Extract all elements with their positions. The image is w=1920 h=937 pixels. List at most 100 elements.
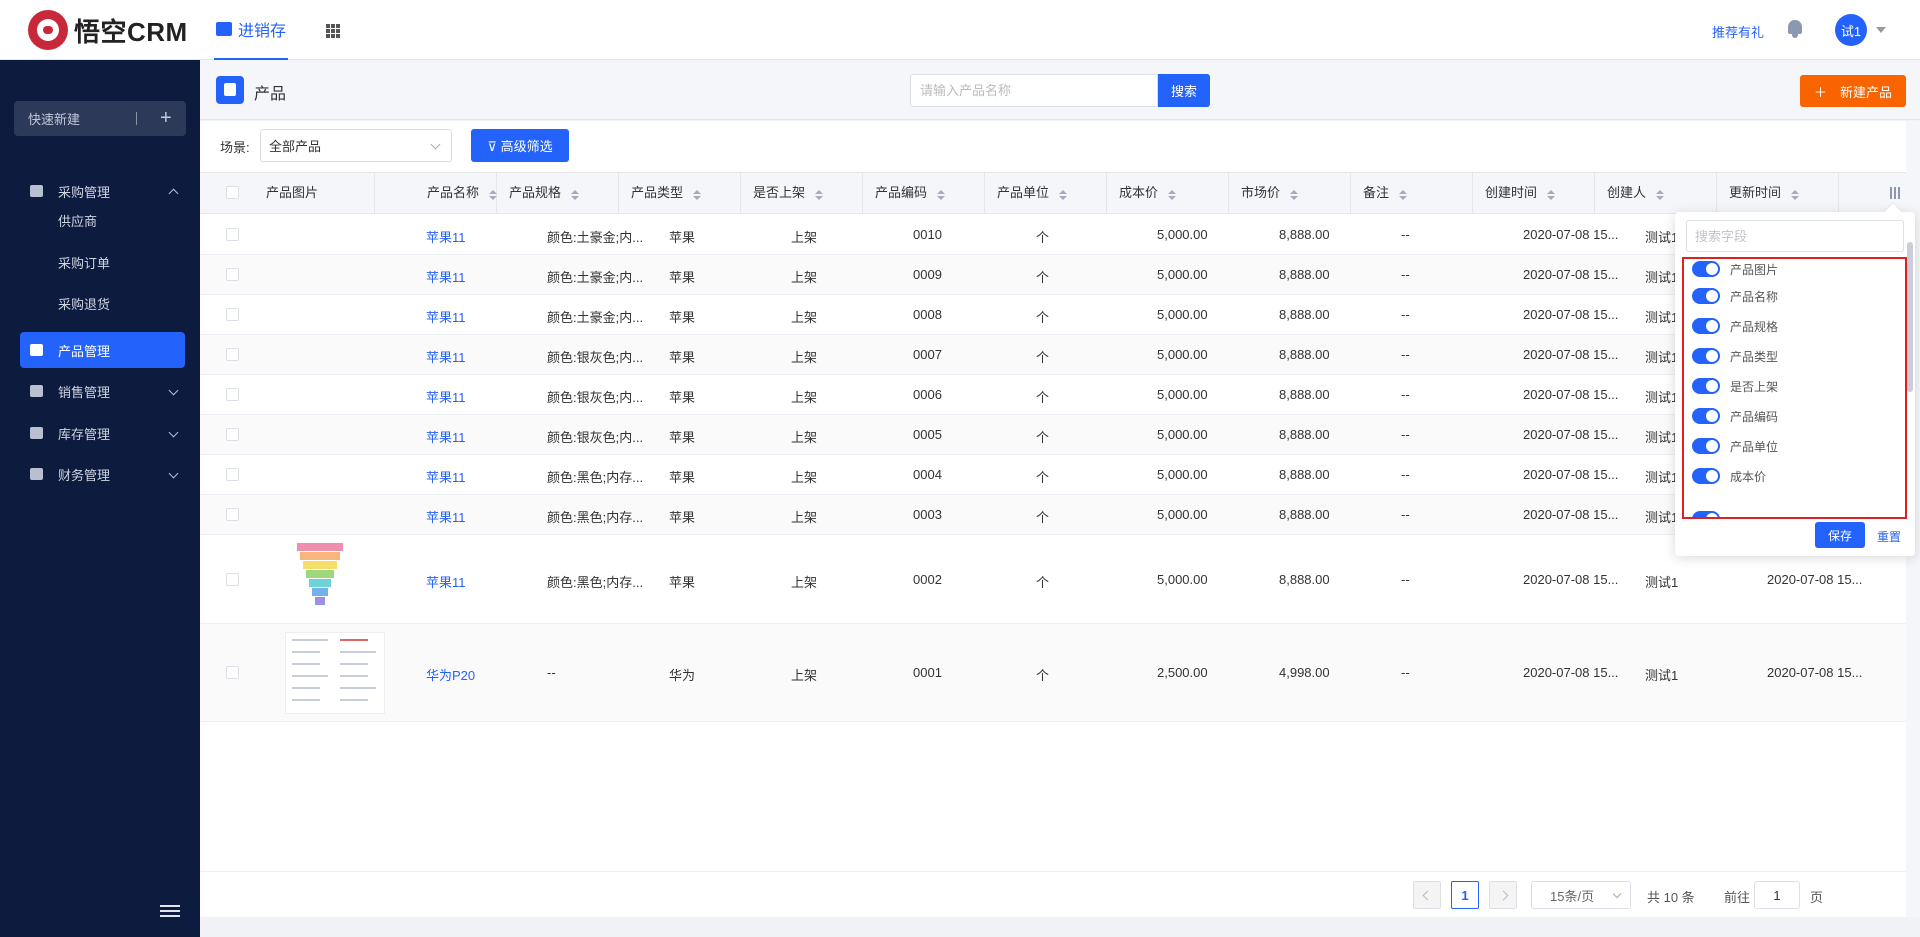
row-checkbox[interactable] bbox=[226, 468, 239, 481]
table-row[interactable]: 苹果11 颜色:土豪金;内... 苹果 上架 0008 个 5,000.00 8,888.00… bbox=[200, 295, 1906, 335]
row-checkbox[interactable] bbox=[226, 508, 239, 521]
cell-name[interactable]: 华为P20 bbox=[426, 665, 536, 684]
table-row[interactable]: 苹果11 颜色:黑色;内存... 苹果 上架 0002 个 5,000.00 8,888.00… bbox=[200, 535, 1906, 624]
cell-name[interactable]: 苹果11 bbox=[426, 227, 536, 246]
toggle-switch[interactable] bbox=[1692, 288, 1720, 304]
plus-icon[interactable]: + bbox=[160, 107, 172, 129]
search-button[interactable]: 搜索 bbox=[1158, 74, 1210, 107]
page-size-select[interactable]: 15条/页 bbox=[1531, 881, 1631, 909]
column-header-cost[interactable]: 成本价 bbox=[1107, 173, 1229, 213]
page-number-current[interactable]: 1 bbox=[1451, 881, 1479, 909]
toggle-switch[interactable] bbox=[1692, 378, 1720, 394]
sidebar-item-finance[interactable]: 财务管理 bbox=[20, 456, 185, 492]
column-settings-icon[interactable] bbox=[1890, 187, 1902, 199]
advanced-filter-label: 高级筛选 bbox=[500, 139, 553, 154]
sidebar-subitem-purchase-return[interactable]: 采购退货 bbox=[58, 294, 110, 313]
row-checkbox[interactable] bbox=[226, 308, 239, 321]
quick-new-button[interactable]: 快速新建 + bbox=[14, 101, 186, 136]
field-toggle-item[interactable]: 产品类型 bbox=[1692, 346, 1778, 366]
logo[interactable]: 悟空CRM bbox=[28, 10, 188, 50]
cell-name[interactable]: 苹果11 bbox=[426, 307, 536, 326]
table-row[interactable]: 苹果11 颜色:土豪金;内... 苹果 上架 0010 个 5,000.00 8,888.00… bbox=[200, 214, 1906, 255]
row-checkbox[interactable] bbox=[226, 268, 239, 281]
cell-name[interactable]: 苹果11 bbox=[426, 507, 536, 526]
field-toggle-item[interactable]: 产品规格 bbox=[1692, 316, 1778, 336]
column-header-market[interactable]: 市场价 bbox=[1229, 173, 1351, 213]
sidebar-subitem-supplier[interactable]: 供应商 bbox=[58, 211, 97, 230]
field-toggle-item[interactable]: 是否上架 bbox=[1692, 376, 1778, 396]
table-row[interactable]: 苹果11 颜色:黑色;内存... 苹果 上架 0004 个 5,000.00 8,888.00… bbox=[200, 455, 1906, 495]
goto-page-input[interactable] bbox=[1754, 881, 1800, 909]
field-toggle-item[interactable]: 产品单位 bbox=[1692, 436, 1778, 456]
field-toggle-item[interactable]: 产品名称 bbox=[1692, 286, 1778, 306]
save-columns-button[interactable]: 保存 bbox=[1815, 522, 1865, 548]
reset-columns-button[interactable]: 重置 bbox=[1877, 528, 1901, 545]
column-header-creator[interactable]: 创建人 bbox=[1595, 173, 1717, 213]
sidebar-subitem-purchase-order[interactable]: 采购订单 bbox=[58, 253, 110, 272]
field-toggle-item[interactable]: 产品图片 bbox=[1692, 259, 1778, 279]
column-header-image[interactable]: 产品图片 bbox=[254, 173, 375, 213]
column-header-unit[interactable]: 产品单位 bbox=[985, 173, 1107, 213]
column-header-type[interactable]: 产品类型 bbox=[619, 173, 741, 213]
cell-name[interactable]: 苹果11 bbox=[426, 427, 536, 446]
product-image-thumbnail[interactable] bbox=[285, 543, 355, 615]
row-checkbox[interactable] bbox=[226, 348, 239, 361]
toggle-switch[interactable] bbox=[1692, 348, 1720, 364]
next-page-button[interactable] bbox=[1489, 881, 1517, 909]
table-row[interactable]: 苹果11 颜色:银灰色;内... 苹果 上架 0005 个 5,000.00 8,888.00… bbox=[200, 415, 1906, 455]
column-header-created[interactable]: 创建时间 bbox=[1473, 173, 1595, 213]
cell-name[interactable]: 苹果11 bbox=[426, 467, 536, 486]
row-checkbox[interactable] bbox=[226, 388, 239, 401]
bell-icon[interactable] bbox=[1787, 20, 1803, 38]
toggle-switch[interactable] bbox=[1692, 511, 1720, 517]
recommend-link[interactable]: 推荐有礼 bbox=[1712, 22, 1764, 41]
cell-name[interactable]: 苹果11 bbox=[426, 267, 536, 286]
cell-name[interactable]: 苹果11 bbox=[426, 347, 536, 366]
row-checkbox[interactable] bbox=[226, 428, 239, 441]
popover-scrollbar[interactable] bbox=[1907, 242, 1913, 392]
sidebar-item-inventory[interactable]: 库存管理 bbox=[20, 415, 185, 451]
toggle-switch[interactable] bbox=[1692, 318, 1720, 334]
select-all-checkbox[interactable] bbox=[226, 186, 239, 199]
toggle-switch[interactable] bbox=[1692, 468, 1720, 484]
cell-name[interactable]: 苹果11 bbox=[426, 387, 536, 406]
column-header-shelf[interactable]: 是否上架 bbox=[741, 173, 863, 213]
column-header-name[interactable]: 产品名称 bbox=[375, 173, 498, 213]
column-header-code[interactable]: 产品编码 bbox=[863, 173, 985, 213]
field-toggle-item[interactable]: 成本价 bbox=[1692, 466, 1766, 486]
sidebar-item-purchase[interactable]: 采购管理 bbox=[20, 173, 185, 209]
field-toggle-item[interactable]: 产品编码 bbox=[1692, 406, 1778, 426]
column-header-note[interactable]: 备注 bbox=[1351, 173, 1473, 213]
toggle-switch[interactable] bbox=[1692, 438, 1720, 454]
field-search-input[interactable] bbox=[1686, 220, 1904, 252]
sidebar-item-product[interactable]: 产品管理 bbox=[20, 332, 185, 368]
row-checkbox[interactable] bbox=[226, 228, 239, 241]
table-row[interactable]: 苹果11 颜色:黑色;内存... 苹果 上架 0003 个 5,000.00 8,888.00… bbox=[200, 495, 1906, 535]
product-search-input[interactable] bbox=[910, 74, 1158, 107]
field-toggle-item-clipped[interactable] bbox=[1692, 509, 1730, 517]
row-checkbox[interactable] bbox=[226, 666, 239, 679]
table-row[interactable]: 苹果11 颜色:银灰色;内... 苹果 上架 0006 个 5,000.00 8,888.00… bbox=[200, 375, 1906, 415]
apps-grid-icon[interactable] bbox=[326, 24, 340, 38]
caret-down-icon[interactable] bbox=[1876, 27, 1886, 33]
table-row[interactable]: 苹果11 颜色:银灰色;内... 苹果 上架 0007 个 5,000.00 8,888.00… bbox=[200, 335, 1906, 375]
tab-inventory[interactable]: 进销存 bbox=[214, 0, 289, 60]
cell-name[interactable]: 苹果11 bbox=[426, 572, 536, 591]
new-product-button[interactable]: ＋ 新建产品 bbox=[1800, 75, 1906, 107]
table-row[interactable]: 华为P20 -- 华为 上架 0001 个 2,500.00 4,998.00 -- 2020-0… bbox=[200, 624, 1906, 722]
column-header-spec[interactable]: 产品规格 bbox=[497, 173, 619, 213]
scene-select[interactable]: 全部产品 bbox=[260, 129, 452, 162]
collapse-sidebar-icon[interactable] bbox=[160, 905, 180, 919]
toggle-switch[interactable] bbox=[1692, 261, 1720, 277]
prev-page-button[interactable] bbox=[1413, 881, 1441, 909]
column-header-updated[interactable]: 更新时间 bbox=[1717, 173, 1839, 213]
avatar[interactable]: 试1 bbox=[1835, 14, 1867, 46]
advanced-filter-button[interactable]: ⊽ 高级筛选 bbox=[471, 129, 569, 162]
cell-cost: 5,000.00 bbox=[1157, 307, 1208, 322]
sidebar-item-sales[interactable]: 销售管理 bbox=[20, 373, 185, 409]
table-row[interactable]: 苹果11 颜色:土豪金;内... 苹果 上架 0009 个 5,000.00 8,888.00… bbox=[200, 255, 1906, 295]
product-image-thumbnail[interactable] bbox=[285, 632, 385, 714]
cell-unit: 个 bbox=[1036, 668, 1050, 683]
row-checkbox[interactable] bbox=[226, 573, 239, 586]
toggle-switch[interactable] bbox=[1692, 408, 1720, 424]
